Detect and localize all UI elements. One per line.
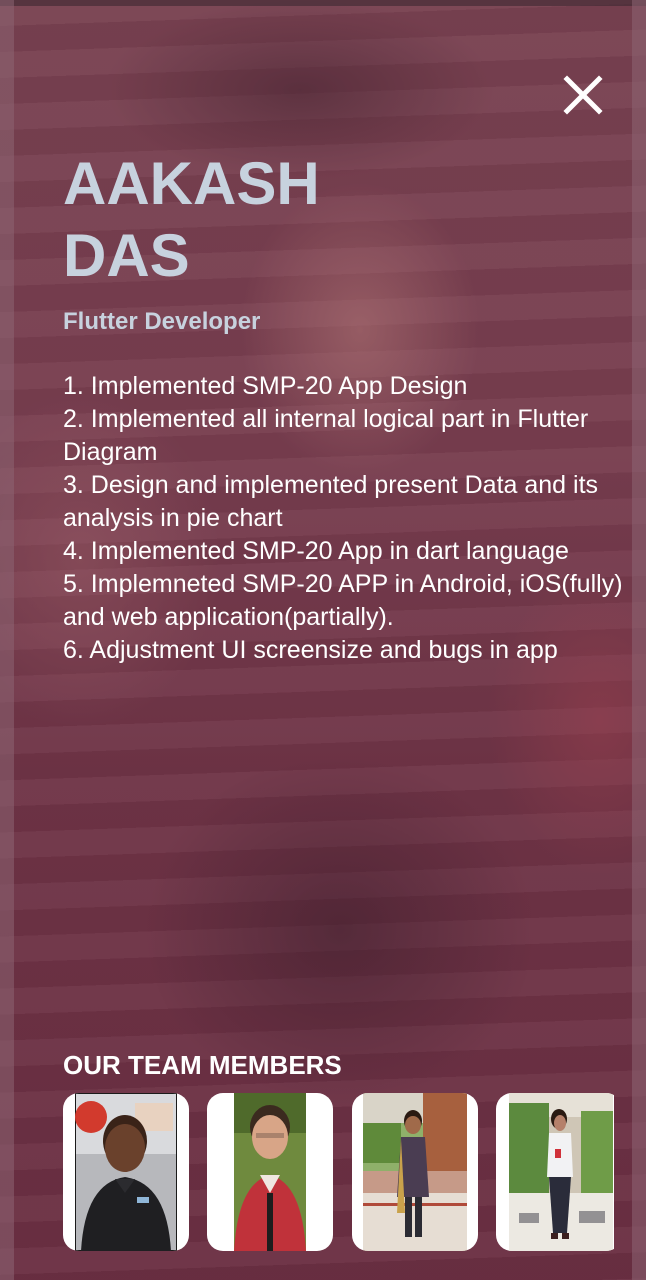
member-photo-2 [234,1093,306,1251]
contribution-item: 3. Design and implemented present Data a… [63,471,599,532]
contribution-item: 5. Implemneted SMP-20 APP in Android, iO… [63,570,623,631]
member-name: AAKASH DAS [63,148,563,292]
team-member-carousel[interactable] [63,1093,614,1251]
first-name: AAKASH [63,150,320,217]
close-button[interactable] [562,74,604,116]
left-edge [0,0,14,1280]
contribution-item: 4. Implemented SMP-20 App in dart langua… [63,537,569,565]
last-name: DAS [63,222,190,289]
contribution-item: 6. Adjustment UI screensize and bugs in … [63,636,558,664]
team-member-card[interactable] [496,1093,614,1251]
member-photo-1 [75,1093,177,1251]
team-member-card[interactable] [207,1093,333,1251]
right-edge [632,0,646,1280]
team-member-card[interactable] [352,1093,478,1251]
contribution-list: 1. Implemented SMP-20 App Design 2. Impl… [63,370,623,667]
contribution-item: 1. Implemented SMP-20 App Design [63,372,468,400]
member-photo-3 [363,1093,467,1251]
team-member-card[interactable] [63,1093,189,1251]
team-section-title: OUR TEAM MEMBERS [63,1050,342,1080]
member-role: Flutter Developer [63,308,261,335]
status-bar [0,0,646,6]
member-photo-4 [509,1093,613,1251]
contribution-item: 2. Implemented all internal logical part… [63,405,589,466]
close-icon [563,75,603,115]
